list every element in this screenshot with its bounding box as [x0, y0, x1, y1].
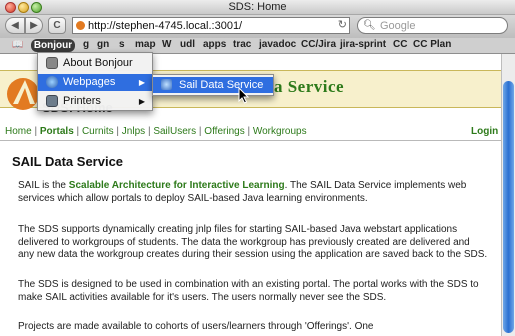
intro-paragraph: SAIL is the Scalable Architecture for In… [18, 180, 488, 205]
bookmark-item[interactable]: apps [203, 39, 226, 50]
bookmark-item[interactable]: trac [233, 39, 251, 50]
paragraph-portal: The SDS is designed to be used in combin… [18, 279, 479, 303]
bookmark-item[interactable]: gn [97, 39, 109, 50]
show-all-bookmarks-icon[interactable]: 📖 [12, 39, 23, 50]
forward-button[interactable]: ▶ [25, 17, 43, 34]
nav-separator: | [198, 126, 202, 137]
menu-item-sail-data-service[interactable]: Sail Data Service [153, 77, 273, 93]
nav-separator: | [147, 126, 151, 137]
intro-text: SAIL is the [18, 180, 69, 191]
forward-arrow-icon: ▶ [30, 20, 38, 31]
nav-home[interactable]: Home [5, 126, 32, 137]
login-link[interactable]: Login [471, 126, 498, 137]
bookmark-item[interactable]: CC Plan [413, 39, 451, 50]
printer-icon [46, 95, 58, 107]
window-title: SDS: Home [228, 1, 287, 13]
menu-item-label: Sail Data Service [179, 79, 264, 91]
search-icon: 🔍︎ [363, 20, 376, 31]
address-bar[interactable]: ↻ [72, 17, 350, 34]
bonjour-icon [46, 57, 58, 69]
url-go-icon: ↻ [337, 19, 347, 31]
site-nav: Home | Portals | Curnits | Jnlps | SailU… [5, 126, 307, 137]
reload-icon: C [53, 20, 61, 31]
nav-jnlps[interactable]: Jnlps [122, 126, 145, 137]
nav-workgroups[interactable]: Workgroups [253, 126, 307, 137]
nav-offerings[interactable]: Offerings [204, 126, 244, 137]
nav-divider [0, 140, 501, 141]
mouse-cursor-icon [238, 87, 250, 104]
browser-window: SDS: Home ◀ ▶ C ↻ 🔍︎ 📖 Bonjour ▾ g gn s … [0, 0, 515, 336]
webpage-icon [161, 79, 172, 90]
submenu-arrow-icon: ▶ [138, 97, 145, 106]
nav-separator: | [34, 126, 38, 137]
submenu-arrow-icon: ▶ [138, 78, 145, 87]
bookmark-item[interactable]: g [83, 39, 89, 50]
section-heading: SAIL Data Service [12, 154, 124, 169]
bookmark-item[interactable]: s [119, 39, 125, 50]
bookmark-bonjour-menu[interactable]: Bonjour ▾ [31, 39, 75, 64]
vertical-scrollbar[interactable] [501, 54, 515, 336]
bookmark-item[interactable]: CC/Jira [301, 39, 336, 50]
scrollbar-thumb[interactable] [503, 81, 514, 333]
menu-item-webpages[interactable]: Webpages ▶ [38, 74, 152, 91]
menu-item-label: Webpages [63, 76, 116, 88]
reload-button[interactable]: C [48, 17, 66, 34]
sail-acronym-link[interactable]: Scalable Architecture for Interactive Le… [69, 180, 285, 191]
bookmark-item[interactable]: map [135, 39, 156, 50]
site-favicon-icon [76, 21, 85, 30]
nav-separator: | [247, 126, 251, 137]
menu-item-label: Printers [63, 95, 101, 107]
menu-item-about-bonjour[interactable]: About Bonjour [38, 55, 152, 72]
bookmark-item[interactable]: javadoc [259, 39, 296, 50]
bookmark-item[interactable]: W [162, 39, 171, 50]
search-input[interactable] [380, 18, 500, 33]
bookmark-item[interactable]: udl [180, 39, 195, 50]
webpages-submenu: Sail Data Service [152, 74, 274, 96]
nav-separator: | [76, 126, 80, 137]
nav-separator: | [116, 126, 120, 137]
bonjour-dropdown-menu: About Bonjour Webpages ▶ Printers ▶ [37, 52, 153, 111]
menu-item-printers[interactable]: Printers ▶ [38, 93, 152, 110]
browser-toolbar: ◀ ▶ C ↻ 🔍︎ [0, 15, 515, 38]
bookmark-item[interactable]: CC [393, 39, 407, 50]
search-field[interactable]: 🔍︎ [357, 17, 508, 34]
nav-curnits[interactable]: Curnits [82, 126, 114, 137]
back-arrow-icon: ◀ [11, 20, 19, 31]
title-bar: SDS: Home [0, 0, 515, 15]
menu-item-label: About Bonjour [63, 57, 133, 69]
bookmark-item[interactable]: jira-sprint [340, 39, 386, 50]
nav-portals[interactable]: Portals [40, 126, 74, 137]
globe-icon [46, 76, 58, 88]
paragraph-jnlp: The SDS supports dynamically creating jn… [18, 224, 488, 260]
url-input[interactable] [88, 18, 328, 33]
back-button[interactable]: ◀ [5, 17, 25, 34]
nav-sailusers[interactable]: SailUsers [153, 126, 196, 137]
paragraph-offerings: Projects are made available to cohorts o… [18, 321, 374, 332]
